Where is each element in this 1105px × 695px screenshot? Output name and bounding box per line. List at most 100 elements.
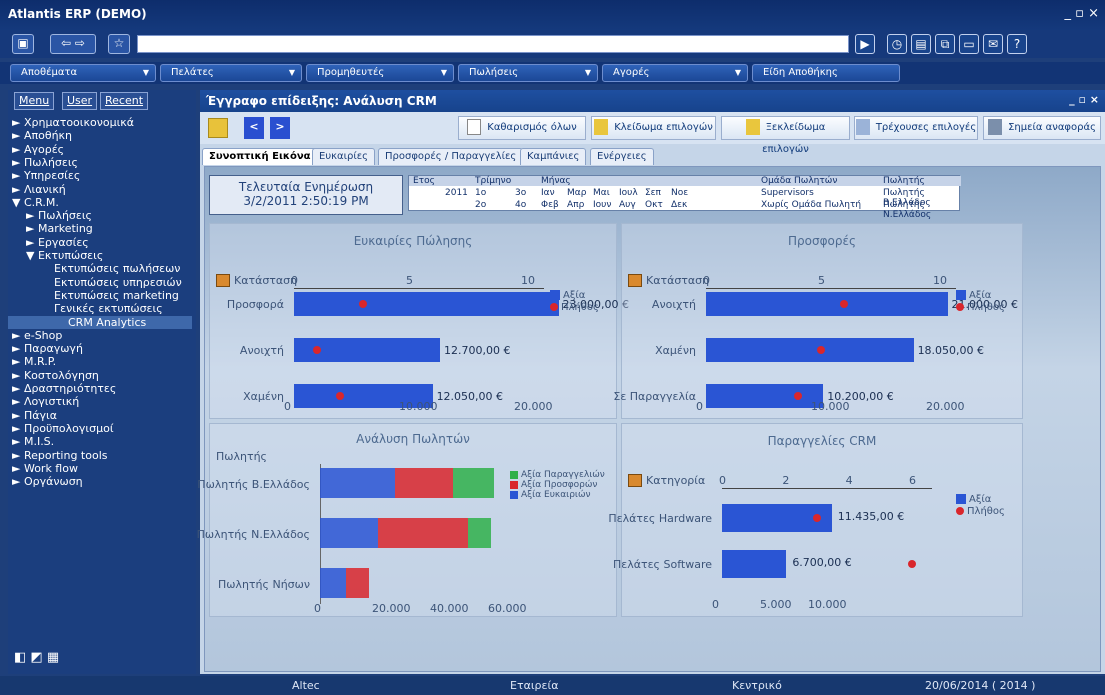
month-cell[interactable]: Φεβ: [541, 200, 559, 210]
sidebar-item[interactable]: Γενικές εκτυπώσεις: [54, 302, 163, 315]
value-bar[interactable]: [706, 384, 824, 408]
stack-segment[interactable]: [346, 568, 370, 598]
sidebar-item[interactable]: ► Χρηματοοικονομικά: [12, 116, 134, 129]
sidebar-item[interactable]: ► M.I.S.: [12, 435, 54, 448]
tab-actions[interactable]: Ενέργειες: [590, 148, 654, 165]
menu-items[interactable]: Είδη Αποθήκης: [752, 64, 900, 82]
quarter-4[interactable]: 4ο: [515, 200, 526, 210]
sidebar-item[interactable]: ► Παραγωγή: [12, 342, 83, 355]
sidebar-tab-recent[interactable]: Recent: [100, 92, 149, 110]
sidebar-item[interactable]: ► Υπηρεσίες: [12, 169, 80, 182]
folder-icon[interactable]: [208, 118, 228, 138]
count-dot[interactable]: [313, 346, 321, 354]
sidebar-item[interactable]: ► Marketing: [26, 222, 93, 235]
sidebar-item[interactable]: CRM Analytics: [8, 315, 192, 329]
tab-campaigns[interactable]: Καμπάνιες: [520, 148, 587, 165]
seller-2[interactable]: Πωλητής Ν.Ελλάδος: [883, 200, 959, 220]
tab-overview[interactable]: Συνοπτική Εικόνα: [202, 148, 318, 165]
quarter-3[interactable]: 3ο: [515, 188, 526, 198]
stack-segment[interactable]: [453, 468, 494, 498]
clock-icon[interactable]: ◷: [887, 34, 907, 54]
seller-group-2[interactable]: Χωρίς Ομάδα Πωλητή: [761, 200, 861, 210]
count-dot[interactable]: [336, 392, 344, 400]
sidebar-item[interactable]: ► Οργάνωση: [12, 475, 83, 488]
sidebar-item[interactable]: ► Κοστολόγηση: [12, 369, 99, 382]
sidebar-item[interactable]: ► M.R.P.: [12, 355, 56, 368]
sidebar-item[interactable]: ► Πωλήσεις: [26, 209, 92, 222]
month-cell[interactable]: Δεκ: [671, 200, 687, 210]
value-bar[interactable]: [706, 338, 914, 362]
monitor-icon[interactable]: ▭: [959, 34, 979, 54]
sidebar-item[interactable]: ► Αγορές: [12, 143, 64, 156]
stack-segment[interactable]: [320, 518, 378, 548]
go-icon[interactable]: ▶: [855, 34, 875, 54]
bookmarks-button[interactable]: Σημεία αναφοράς: [983, 116, 1101, 140]
sidebar-item[interactable]: ► Αποθήκη: [12, 129, 72, 142]
sidebar-item[interactable]: ▼ C.R.M.: [12, 196, 59, 209]
current-selections-button[interactable]: Τρέχουσες επιλογές: [854, 116, 978, 140]
back-icon[interactable]: <: [244, 117, 264, 139]
address-input[interactable]: [137, 35, 849, 53]
sidebar-item[interactable]: ► Πάγια: [12, 409, 57, 422]
tab-opportunities[interactable]: Ευκαιρίες: [312, 148, 375, 165]
menu-purchases[interactable]: Αγορές ▼: [602, 64, 748, 82]
back-forward-buttons[interactable]: ⇦ ⇨: [50, 34, 96, 54]
month-cell[interactable]: Απρ: [567, 200, 584, 210]
sidebar-item[interactable]: Εκτυπώσεις υπηρεσιών: [54, 276, 182, 289]
sidebar-item[interactable]: ► Εργασίες: [26, 236, 89, 249]
document-icon[interactable]: ▤: [911, 34, 931, 54]
quarter-2[interactable]: 2ο: [475, 200, 486, 210]
year-value[interactable]: 2011: [445, 188, 468, 198]
stack-segment[interactable]: [320, 568, 347, 598]
stack-segment[interactable]: [395, 468, 454, 498]
month-cell[interactable]: Σεπ: [645, 188, 661, 198]
month-cell[interactable]: Ιουλ: [619, 188, 638, 198]
count-dot[interactable]: [794, 392, 802, 400]
sidebar-item[interactable]: Εκτυπώσεις πωλήσεων: [54, 262, 180, 275]
sidebar-bottom-icons[interactable]: ◧ ◩ ▦: [14, 650, 59, 665]
month-cell[interactable]: Μαρ: [567, 188, 586, 198]
month-cell[interactable]: Ιουν: [593, 200, 611, 210]
panel-toggle-icon[interactable]: ▣: [12, 34, 34, 54]
sidebar-item[interactable]: ► Προϋπολογισμοί: [12, 422, 114, 435]
menu-suppliers[interactable]: Προμηθευτές ▼: [306, 64, 454, 82]
unlock-selections-button[interactable]: Ξεκλείδωμα επιλογών: [721, 116, 850, 155]
windows-icon[interactable]: ⧉: [935, 34, 955, 54]
count-dot[interactable]: [359, 300, 367, 308]
count-dot[interactable]: [908, 560, 916, 568]
value-bar[interactable]: [706, 292, 948, 316]
sidebar-item[interactable]: Εκτυπώσεις marketing: [54, 289, 179, 302]
clear-all-button[interactable]: Καθαρισμός όλων: [458, 116, 586, 140]
window-controls[interactable]: _ ▫ ×: [1065, 6, 1099, 21]
forward-icon[interactable]: >: [270, 117, 290, 139]
value-bar[interactable]: [722, 550, 787, 578]
sidebar-item[interactable]: ► Δραστηριότητες: [12, 382, 116, 395]
count-dot[interactable]: [813, 514, 821, 522]
lock-selections-button[interactable]: Κλείδωμα επιλογών: [591, 116, 716, 140]
month-cell[interactable]: Οκτ: [645, 200, 663, 210]
sidebar-item[interactable]: ▼ Εκτυπώσεις: [26, 249, 103, 262]
stack-segment[interactable]: [467, 518, 492, 548]
help-icon[interactable]: ?: [1007, 34, 1027, 54]
sort-up-icon[interactable]: [628, 274, 642, 287]
month-cell[interactable]: Αυγ: [619, 200, 636, 210]
sidebar-tab-menu[interactable]: Menu: [14, 92, 55, 110]
sidebar-item[interactable]: ► Reporting tools: [12, 449, 108, 462]
document-window-controls[interactable]: _ ▫ ×: [1069, 93, 1099, 106]
sidebar-item[interactable]: ► Πωλήσεις: [12, 156, 78, 169]
month-cell[interactable]: Μαι: [593, 188, 610, 198]
menu-customers[interactable]: Πελάτες ▼: [160, 64, 302, 82]
menu-sales[interactable]: Πωλήσεις ▼: [458, 64, 598, 82]
seller-group-1[interactable]: Supervisors: [761, 188, 814, 198]
stack-segment[interactable]: [378, 518, 468, 548]
stack-segment[interactable]: [320, 468, 396, 498]
sidebar-item[interactable]: ► Λιανική: [12, 183, 66, 196]
favorite-star-icon[interactable]: ☆: [108, 34, 130, 54]
value-bar[interactable]: [294, 292, 559, 316]
mail-icon[interactable]: ✉: [983, 34, 1003, 54]
count-dot[interactable]: [840, 300, 848, 308]
sidebar-tab-user[interactable]: User: [62, 92, 98, 110]
sidebar-item[interactable]: ► e-Shop: [12, 329, 62, 342]
menu-inventory[interactable]: Αποθέματα ▼: [10, 64, 156, 82]
month-cell[interactable]: Ιαν: [541, 188, 555, 198]
